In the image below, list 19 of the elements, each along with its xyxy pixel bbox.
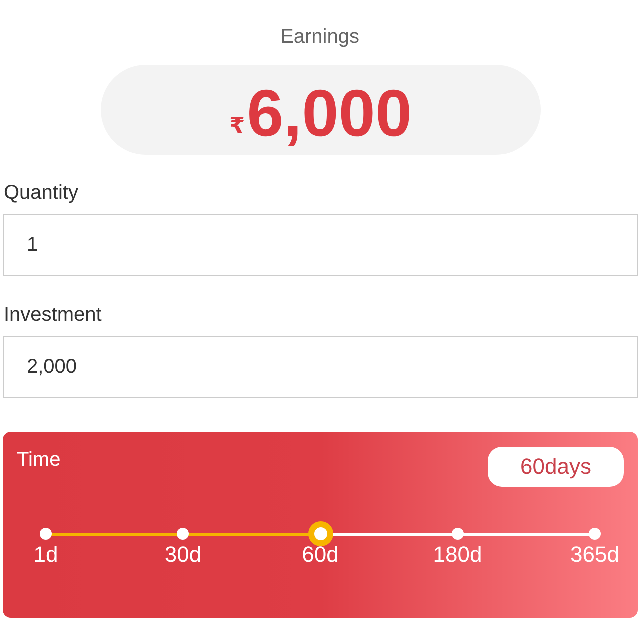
- stop-label: 365d: [570, 542, 620, 568]
- stop-label: 30d: [164, 542, 202, 568]
- currency-symbol: ₹: [230, 115, 246, 139]
- stop-label: 180d: [433, 542, 482, 568]
- stop-label: 1d: [34, 542, 58, 568]
- slider-thumb[interactable]: [308, 522, 333, 546]
- stop-dot[interactable]: [40, 528, 52, 540]
- field-label: Quantity: [3, 181, 78, 206]
- input-field[interactable]: 2,000: [3, 336, 638, 398]
- input-field[interactable]: 1: [3, 214, 638, 276]
- stop-dot[interactable]: [177, 528, 190, 540]
- stop-dot[interactable]: [452, 528, 464, 540]
- stop-label: 60d: [302, 542, 339, 568]
- time-label: Time: [17, 448, 61, 473]
- earnings-amount: 6,000: [247, 78, 412, 148]
- field-label: Investment: [3, 303, 102, 328]
- earnings-label: Earnings: [280, 25, 360, 50]
- duration-value: 60days: [488, 447, 624, 487]
- stop-dot[interactable]: [589, 528, 601, 540]
